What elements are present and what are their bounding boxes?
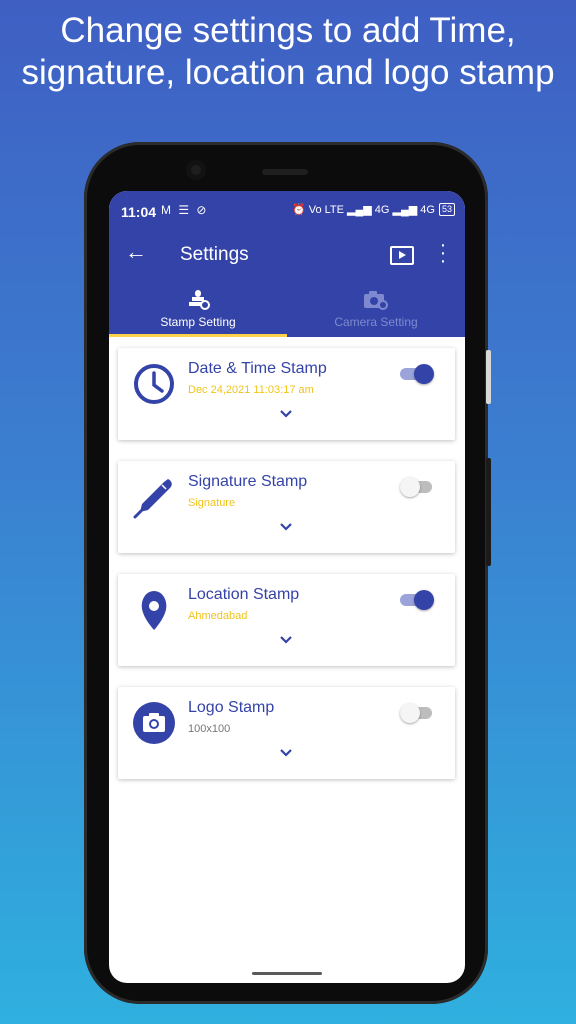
tab-label: Stamp Setting [160,315,236,329]
stamp-subtitle: Ahmedabad [188,610,248,622]
signature-toggle[interactable] [400,475,434,497]
tab-stamp-setting[interactable]: Stamp Setting [109,285,287,337]
status-right-icons: ⏰ Vo LTE ▂▄▆ 4G ▂▄▆ 4G 53 [292,203,455,216]
stamp-card-date-time[interactable]: Date & Time Stamp Dec 24,2021 11:03:17 a… [118,348,455,440]
location-pin-icon [141,591,167,630]
camera-gear-icon [287,289,465,311]
front-camera [186,160,206,180]
date-time-toggle[interactable] [400,362,434,384]
stamp-card-signature[interactable]: Signature Stamp Signature [118,461,455,553]
power-button [486,350,491,404]
camera-icon [133,702,175,744]
chevron-down-icon[interactable] [278,745,294,761]
stamp-title: Date & Time Stamp [188,360,327,377]
battery-icon: 53 [438,203,455,216]
more-vert-icon[interactable]: · · · [439,235,447,271]
play-video-icon[interactable] [390,246,414,265]
stamp-subtitle: 100x100 [188,723,231,735]
page-title: Settings [180,244,249,265]
signal-icons: ⏰ Vo LTE ▂▄▆ 4G ▂▄▆ 4G [291,204,435,216]
volume-button [486,458,491,566]
stamp-gear-icon [109,289,287,311]
location-toggle[interactable] [400,588,434,610]
logo-toggle[interactable] [400,701,434,723]
stamp-title: Logo Stamp [188,699,275,716]
app-bar: ← Settings · · · [109,227,465,285]
chevron-down-icon[interactable] [278,406,294,422]
stamp-title: Location Stamp [188,586,300,603]
stamp-title: Signature Stamp [188,473,308,490]
stamp-card-location[interactable]: Location Stamp Ahmedabad [118,574,455,666]
stamp-subtitle: Signature [188,497,236,509]
headline: Change settings to add Time, signature, … [21,11,555,92]
stamp-card-logo[interactable]: Logo Stamp 100x100 [118,687,455,779]
earpiece-speaker [262,169,308,175]
arrow-left-icon[interactable]: ← [125,239,147,265]
tab-label: Camera Setting [334,315,418,329]
tab-camera-setting[interactable]: Camera Setting [287,285,465,337]
status-bar: 11:04 M ☰ ⊘ ⏰ Vo LTE ▂▄▆ 4G ▂▄▆ 4G 53 [109,191,465,227]
tab-indicator [109,334,287,337]
stamp-subtitle: Dec 24,2021 11:03:17 am [188,384,314,396]
pen-icon [133,479,172,519]
status-time: 11:04 [121,204,157,220]
home-indicator[interactable] [252,972,322,975]
chevron-down-icon[interactable] [278,632,294,648]
phone-screen: 11:04 M ☰ ⊘ ⏰ Vo LTE ▂▄▆ 4G ▂▄▆ 4G 53 ← … [109,191,465,983]
chevron-down-icon[interactable] [278,519,294,535]
clock-icon [134,364,174,404]
tab-bar: Stamp Setting Camera Setting [109,285,465,337]
notification-icons: M ☰ ⊘ [161,203,209,217]
